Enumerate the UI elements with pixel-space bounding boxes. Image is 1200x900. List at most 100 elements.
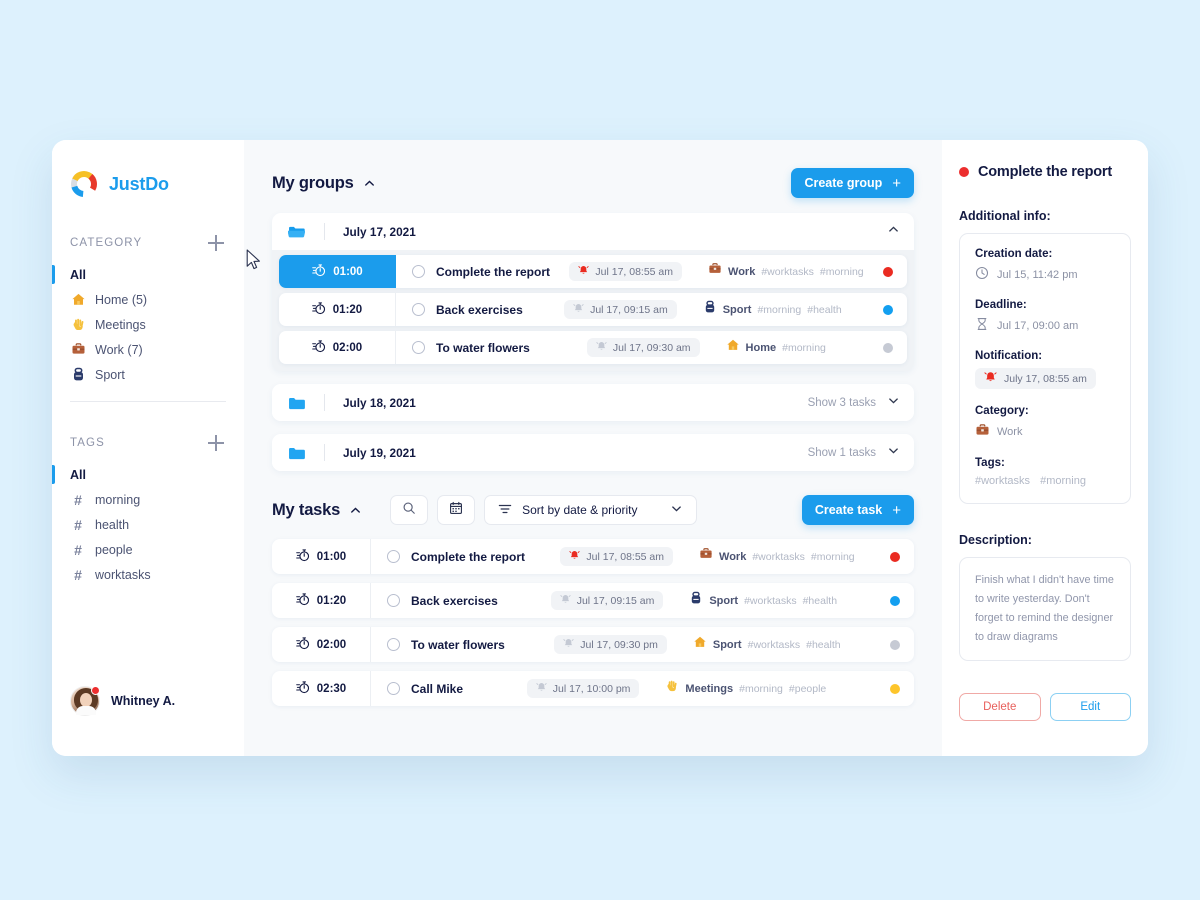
sidebar-item-tag-health[interactable]: # health	[52, 512, 244, 537]
folder-icon	[288, 396, 310, 410]
notification-chip: July 17, 08:55 am	[975, 368, 1096, 389]
field-value-row: Jul 17, 09:00 am	[975, 317, 1115, 334]
tag-label: people	[95, 542, 133, 557]
task-timer[interactable]: 02:00	[272, 627, 371, 662]
sidebar-item-meetings[interactable]: Meetings	[52, 312, 244, 337]
waving-hand-icon	[665, 679, 679, 698]
task-tag: #people	[788, 682, 827, 695]
stopwatch-icon	[295, 680, 310, 697]
tags-title: TAGS	[70, 437, 105, 449]
task-checkbox[interactable]	[387, 638, 400, 651]
sort-dropdown[interactable]: Sort by date & priority	[484, 495, 697, 525]
ring-logo-icon	[70, 170, 98, 198]
create-task-button[interactable]: Create task +	[801, 495, 914, 525]
task-duration: 01:00	[316, 550, 347, 563]
priority-dot[interactable]	[883, 266, 894, 277]
task-row[interactable]: 02:30 Call Mike Jul 17, 10:00 pm Meeting…	[272, 671, 914, 706]
task-time: Jul 17, 09:15 am	[590, 303, 668, 316]
priority-dot[interactable]	[883, 304, 894, 315]
task-detail-panel: Complete the report Additional info: Cre…	[942, 140, 1148, 756]
sidebar-item-tag-worktasks[interactable]: # worktasks	[52, 562, 244, 587]
task-timer[interactable]: 02:30	[272, 671, 371, 706]
task-checkbox[interactable]	[412, 303, 425, 316]
task-duration: 02:30	[316, 682, 347, 695]
kettlebell-icon	[689, 591, 703, 610]
task-tag: #worktasks	[744, 594, 797, 607]
task-timer[interactable]: 01:00	[272, 539, 371, 574]
task-checkbox[interactable]	[412, 341, 425, 354]
user-profile[interactable]: Whitney A.	[52, 686, 244, 756]
task-checkbox[interactable]	[412, 265, 425, 278]
chevron-down-icon[interactable]	[887, 394, 900, 412]
chevron-up-icon[interactable]	[887, 223, 900, 241]
task-timer[interactable]: 01:20	[279, 293, 396, 326]
priority-dot[interactable]	[890, 595, 900, 606]
edit-button[interactable]: Edit	[1049, 692, 1131, 721]
task-time: Jul 17, 09:30 am	[612, 341, 691, 354]
priority-dot	[959, 167, 969, 177]
sidebar-item-all-tags[interactable]: All	[52, 462, 244, 487]
priority-dot[interactable]	[883, 342, 893, 353]
task-row[interactable]: 01:00 Complete the report Jul 17, 08:55 …	[279, 255, 907, 288]
task-checkbox[interactable]	[387, 594, 400, 607]
priority-dot[interactable]	[890, 639, 901, 650]
group-header[interactable]: July 17, 2021	[272, 213, 914, 250]
kettlebell-icon	[703, 300, 717, 319]
task-checkbox[interactable]	[387, 550, 400, 563]
create-group-button[interactable]: Create group +	[791, 168, 914, 198]
task-checkbox[interactable]	[387, 682, 400, 695]
calendar-button[interactable]	[437, 495, 476, 525]
task-category-name: Sport	[712, 638, 742, 651]
add-category-plus-icon[interactable]	[208, 235, 224, 251]
my-tasks-header: My tasks Sort by date & priority Create …	[272, 493, 914, 527]
show-tasks-label[interactable]: Show 1 tasks	[808, 447, 876, 459]
group-header[interactable]: July 19, 2021 Show 1 tasks	[272, 434, 914, 471]
group-header[interactable]: July 18, 2021 Show 3 tasks	[272, 384, 914, 421]
delete-button[interactable]: Delete	[959, 692, 1041, 721]
filter-icon	[498, 502, 512, 519]
task-tag: #worktasks	[747, 638, 801, 651]
bell-active-icon	[569, 550, 581, 564]
sidebar-item-all-category[interactable]: All	[52, 262, 244, 287]
separator	[324, 223, 325, 240]
group-date: July 17, 2021	[343, 224, 416, 239]
hash-icon: #	[74, 566, 82, 583]
task-tag: #morning	[739, 682, 783, 695]
bell-active-icon	[578, 265, 590, 279]
field-value: Jul 17, 09:00 am	[997, 319, 1079, 332]
bell-icon	[573, 303, 584, 317]
chevron-up-icon[interactable]	[363, 177, 376, 190]
sidebar-item-tag-morning[interactable]: # morning	[52, 487, 244, 512]
sidebar-item-tag-people[interactable]: # people	[52, 537, 244, 562]
priority-dot[interactable]	[890, 551, 901, 562]
my-groups-title: My groups	[272, 173, 354, 192]
chevron-down-icon[interactable]	[887, 444, 900, 462]
task-timer[interactable]: 01:00	[279, 255, 396, 288]
task-row[interactable]: 01:20 Back exercises Jul 17, 09:15 am Sp…	[279, 293, 907, 326]
task-category-name: Work	[719, 550, 747, 563]
description-text: Finish what I didn't have time to write …	[959, 557, 1131, 661]
chevron-up-icon[interactable]	[349, 504, 362, 517]
sidebar-item-home[interactable]: Home (5)	[52, 287, 244, 312]
priority-dot[interactable]	[890, 683, 901, 694]
sidebar-item-sport[interactable]: Sport	[52, 362, 244, 387]
sidebar-item-work[interactable]: Work (7)	[52, 337, 244, 362]
brand[interactable]: JustDo	[52, 166, 244, 202]
field-label: Tags:	[975, 457, 1005, 469]
task-timer[interactable]: 01:20	[272, 583, 371, 618]
task-duration: 02:00	[316, 638, 347, 651]
task-timer[interactable]: 02:00	[279, 331, 396, 364]
my-groups-header: My groups Create group +	[272, 166, 914, 200]
task-row[interactable]: 02:00 To water flowers Jul 17, 09:30 am	[279, 331, 907, 364]
task-time: Jul 17, 08:55 am	[595, 265, 674, 278]
search-button[interactable]	[390, 495, 429, 525]
stopwatch-icon	[311, 301, 326, 318]
add-tag-plus-icon[interactable]	[208, 435, 224, 451]
task-row[interactable]: 02:00 To water flowers Jul 17, 09:30 pm …	[272, 627, 914, 662]
task-row[interactable]: 01:20 Back exercises Jul 17, 09:15 am Sp…	[272, 583, 914, 618]
task-row[interactable]: 01:00 Complete the report Jul 17, 08:55 …	[272, 539, 914, 574]
task-tag: #health	[802, 594, 838, 607]
calendar-icon	[449, 501, 463, 520]
show-tasks-label[interactable]: Show 3 tasks	[808, 397, 876, 409]
